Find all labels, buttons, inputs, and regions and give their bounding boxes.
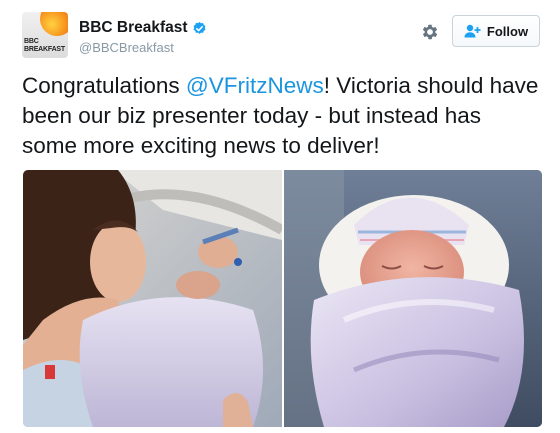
- photo-newborn-illustration: [284, 170, 542, 427]
- photo-mother-with-baby[interactable]: [23, 170, 282, 427]
- mention-link[interactable]: @VFritzNews: [186, 73, 324, 98]
- follow-label: Follow: [486, 23, 529, 39]
- display-name[interactable]: BBC Breakfast: [79, 19, 188, 37]
- verified-badge-icon: [193, 21, 205, 34]
- avatar[interactable]: BBC BREAKFAST: [22, 12, 68, 58]
- follow-button[interactable]: Follow: [452, 15, 540, 47]
- photo-swaddled-newborn[interactable]: [284, 170, 542, 427]
- bbc-breakfast-logo-icon: [40, 12, 68, 36]
- gear-icon[interactable]: [420, 22, 440, 42]
- tweet-text: Congratulations @VFritzNews! Victoria sh…: [22, 73, 539, 158]
- account-handle[interactable]: @BBCBreakfast: [79, 40, 174, 55]
- add-user-icon: [464, 24, 481, 38]
- avatar-logo-text: BBC BREAKFAST: [24, 38, 65, 53]
- account-name-row: BBC Breakfast: [79, 19, 207, 37]
- photo-mother-illustration: [23, 170, 282, 427]
